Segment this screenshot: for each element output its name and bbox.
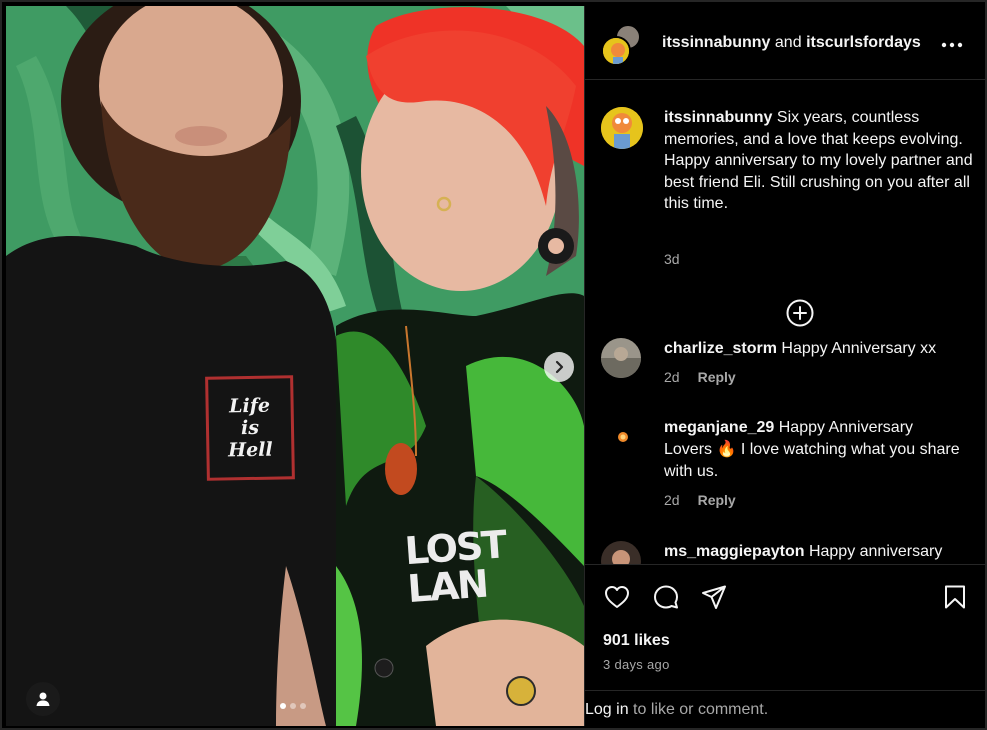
like-count[interactable]: 901 likes [603,632,670,650]
tagged-users-button[interactable] [26,682,60,716]
post-date[interactable]: 3 days ago [603,657,670,672]
shirt-print-line-1: Life [229,394,271,418]
comment-body: Happy Anniversary xx [781,340,937,357]
more-options-button[interactable] [941,32,963,52]
caption-timestamp[interactable]: 3d [664,251,680,267]
caption-avatar[interactable] [601,107,643,149]
comment-text: meganjane_29 Happy Anniversary Lovers 🔥 … [664,417,964,483]
carousel-dot [290,703,296,709]
avatar-image [601,338,641,378]
user-icon [36,692,50,706]
login-link[interactable]: Log in [585,701,629,718]
comment-meta: 2d Reply [664,369,736,385]
collaborator-username[interactable]: itscurlsfordays [806,34,921,51]
caption-text: itssinnabunny Six years, countless memor… [664,107,984,215]
login-prompt-rest: to like or comment. [628,701,769,718]
post-dialog: Life is Hell LOST LAN itssinnabunny and … [0,0,987,730]
avatar-image [601,541,641,564]
share-button[interactable] [700,583,728,611]
jersey-print: LOST LAN [403,522,507,612]
load-more-comments-button[interactable] [785,298,815,328]
avatar-image [601,417,641,457]
commenter-username[interactable]: charlize_storm [664,340,777,357]
comment-meta: 2d Reply [664,492,736,508]
comment-button[interactable] [652,583,680,611]
commenter-avatar[interactable] [601,417,641,457]
post-header: itssinnabunny and itscurlsfordays [585,6,986,80]
reply-button[interactable]: Reply [698,369,736,385]
carousel-dot [280,703,286,709]
shirt-print: Life is Hell [205,375,295,481]
carousel-dot [300,703,306,709]
author-avatar[interactable] [601,36,631,66]
comment-icon [654,585,678,609]
comment-text: ms_maggiepayton Happy anniversary [664,541,984,563]
comment-timestamp[interactable]: 2d [664,492,680,508]
reply-button[interactable]: Reply [698,492,736,508]
fire-emoji: 🔥 [716,441,737,458]
post-actions: 901 likes 3 days ago [585,564,986,690]
commenter-avatar[interactable] [601,541,641,564]
post-media: Life is Hell LOST LAN [6,6,584,726]
heart-icon [605,586,629,608]
send-icon [702,585,726,609]
plus-circle-icon [786,299,814,327]
commenter-username[interactable]: meganjane_29 [664,419,774,436]
carousel-next-button[interactable] [544,352,574,382]
commenter-username[interactable]: ms_maggiepayton [664,543,804,560]
login-prompt-text: Log in to like or comment. [585,701,768,719]
shirt-print-line-2: is [240,416,260,440]
chevron-right-icon [555,360,564,374]
authors-conjunction: and [774,34,802,51]
comments-list[interactable]: itssinnabunny Six years, countless memor… [585,81,986,564]
author-username[interactable]: itssinnabunny [662,34,770,51]
like-button[interactable] [603,583,631,611]
post-side-panel: itssinnabunny and itscurlsfordays itssin… [584,6,986,726]
save-button[interactable] [941,583,969,611]
post-authors: itssinnabunny and itscurlsfordays [662,34,921,52]
comment-text: charlize_storm Happy Anniversary xx [664,338,964,360]
carousel-indicator [280,703,306,709]
caption-username[interactable]: itssinnabunny [664,109,772,126]
bookmark-icon [945,585,965,609]
author-avatars[interactable] [601,24,645,66]
shirt-print-line-3: Hell [227,438,273,462]
avatar-image [603,38,629,64]
comment-body: Happy anniversary [808,543,943,560]
comment-timestamp[interactable]: 2d [664,369,680,385]
more-horizontal-icon [941,42,963,48]
post-photo [6,6,584,726]
commenter-avatar[interactable] [601,338,641,378]
avatar-image [601,107,643,149]
login-prompt: Log in to like or comment. [585,690,986,726]
